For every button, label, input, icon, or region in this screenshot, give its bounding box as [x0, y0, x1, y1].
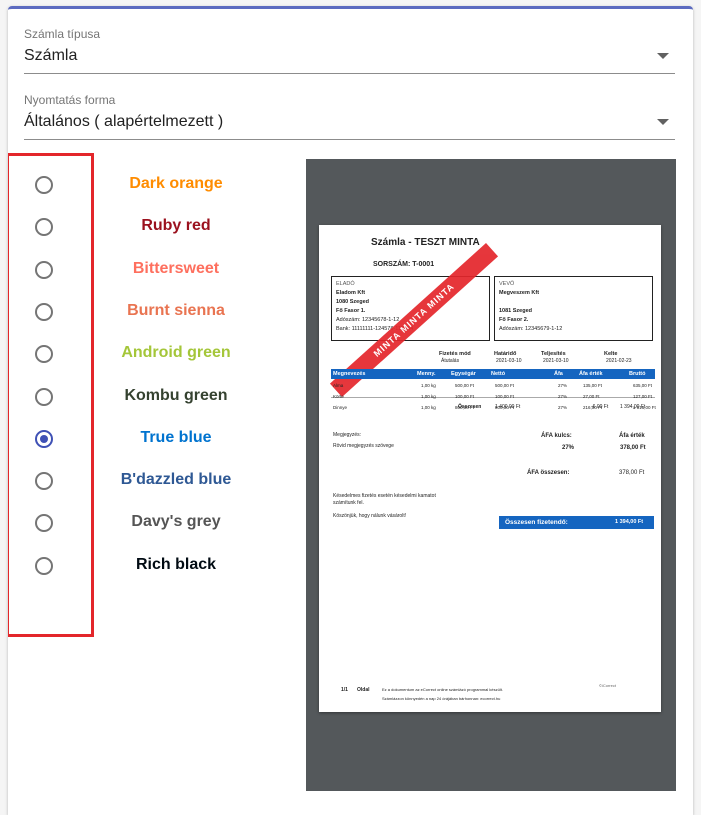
column-header: Nettó	[491, 371, 506, 377]
invoice-type-value: Számla	[24, 47, 78, 64]
meta-label: Teljesítés	[541, 351, 566, 357]
page-number: 1/1	[341, 687, 348, 693]
divider	[331, 397, 655, 398]
footer-line-2: Számlázzon könnyedén a nap 24 órájában b…	[382, 696, 501, 701]
print-form-label: Nyomtatás forma	[24, 93, 116, 107]
grand-total-value: 1 394,00 Ft	[615, 519, 644, 525]
table-cell: 27%	[558, 405, 568, 410]
table-cell: 216,00 Ft	[583, 405, 603, 410]
color-label[interactable]: Davy's grey	[104, 513, 248, 531]
meta-value: 2021-02-23	[606, 358, 632, 364]
column-header: Áfa érték	[579, 371, 603, 377]
meta-label: Kelte	[604, 351, 618, 357]
buyer-name: Megveszem Kft	[499, 290, 540, 296]
table-cell: 27,00 Ft	[583, 394, 600, 399]
table-cell: Körte	[333, 394, 344, 399]
column-header: Megnevezés	[333, 371, 366, 377]
radio-rich-black[interactable]	[35, 556, 53, 575]
seller-city: 1080 Szeged	[336, 299, 370, 305]
invoice-title: Számla - TESZT MINTA	[371, 237, 480, 248]
vat-value: 378,00 Ft	[620, 445, 646, 451]
radio-b-dazzled-blue[interactable]	[35, 472, 53, 491]
color-label[interactable]: Burnt sienna	[104, 302, 248, 320]
table-cell: Dinnye	[333, 405, 348, 410]
invoice-type-select[interactable]: Számla típusa Számla	[24, 27, 675, 74]
table-header: Megnevezés Menny. Egységár Nettó Áfa Áfa érté…	[331, 369, 655, 379]
vat-key: 27%	[562, 445, 575, 451]
footer-line-1: Ez a dokumentum az eCorrect online száml…	[382, 687, 503, 692]
color-label[interactable]: Ruby red	[104, 217, 248, 235]
grand-total-label: Összesen fizetendő:	[505, 519, 568, 526]
table-cell: Alma	[333, 383, 344, 388]
column-header: Bruttó	[629, 371, 646, 377]
color-label[interactable]: Rich black	[104, 556, 248, 574]
ecorrect-logo: ©iCorrect	[599, 683, 616, 688]
grand-total-bar: Összesen fizetendő: 1 394,00 Ft	[499, 516, 654, 529]
table-cell: 100,00 Ft	[495, 394, 515, 399]
meta-value: Átutalás	[441, 358, 460, 364]
color-label[interactable]: Android green	[104, 344, 248, 362]
vat-value-label: Áfa érték	[619, 433, 645, 439]
color-label[interactable]: Kombu green	[104, 387, 248, 405]
table-cell: 635,00 Ft	[633, 383, 653, 388]
table-cell: 1,00 kg	[421, 394, 436, 399]
vat-total-label: ÁFA összesen:	[527, 470, 570, 476]
vat-total: 378,00 Ft	[619, 470, 645, 476]
table-cell: 800,00 Ft	[455, 405, 475, 410]
radio-bittersweet[interactable]	[35, 260, 53, 279]
thanks-text: Köszönjük, hogy nálunk vásárolt!	[333, 513, 407, 519]
meta-label: Határidő	[494, 351, 517, 357]
invoice-type-label: Számla típusa	[24, 27, 101, 41]
radio-burnt-sienna[interactable]	[35, 302, 53, 321]
table-cell: 800,00 Ft	[495, 405, 515, 410]
late-text-1: Késedelmes fizetés esetén késedelmi kama…	[333, 493, 436, 499]
seller-name: Eladom Kft	[336, 290, 366, 296]
color-label[interactable]: Dark orange	[104, 175, 248, 193]
seller-label: ELADÓ	[336, 281, 355, 287]
note-label: Megjegyzés:	[333, 432, 362, 438]
chevron-down-icon[interactable]	[657, 53, 669, 59]
seller-street: Fő Fasor 1.	[336, 308, 366, 314]
vat-key-label: ÁFA kulcs:	[541, 433, 572, 439]
color-label[interactable]: Bittersweet	[104, 260, 248, 278]
color-label[interactable]: B'dazzled blue	[104, 471, 248, 489]
table-cell: 135,00 Ft	[583, 383, 603, 388]
buyer-tax: Adószám: 12345679-1-12	[499, 326, 563, 332]
table-cell: 500,00 Ft	[455, 383, 475, 388]
buyer-street: Fő Fasor 2.	[499, 317, 529, 323]
radio-kombu-green[interactable]	[35, 387, 53, 406]
buyer-city: 1081 Szeged	[499, 308, 533, 314]
print-form-value: Általános ( alapértelmezett )	[24, 113, 224, 130]
table-cell: 27%	[558, 394, 568, 399]
page-label: Oldal	[357, 687, 370, 693]
radio-true-blue[interactable]	[35, 429, 53, 448]
late-text-2: számítunk fel.	[333, 500, 364, 506]
buyer-label: VEVŐ	[499, 281, 515, 287]
table-cell: 1,00 kg	[421, 405, 436, 410]
table-cell: 27%	[558, 383, 568, 388]
meta-value: 2021-03-10	[543, 358, 569, 364]
table-cell: 127,00 Ft	[633, 394, 653, 399]
table-cell: 500,00 Ft	[495, 383, 515, 388]
chevron-down-icon[interactable]	[657, 119, 669, 125]
meta-value: 2021-03-10	[496, 358, 522, 364]
print-form-select[interactable]: Nyomtatás forma Általános ( alapértelmez…	[24, 93, 675, 140]
seller-tax: Adószám: 12345678-1-12	[336, 317, 400, 323]
column-header: Menny.	[417, 371, 436, 377]
invoice-settings-card: Számla típusa Számla Nyomtatás forma Ált…	[8, 6, 693, 815]
note-text: Rövid megjegyzés szövege	[333, 443, 394, 449]
meta-label: Fizetés mód	[439, 351, 471, 357]
table-cell: 1 016,00 Ft	[633, 405, 656, 410]
table-cell: 1,00 kg	[421, 383, 436, 388]
invoice-paper: Számla - TESZT MINTA SORSZÁM: T-0001 ELA…	[319, 225, 661, 712]
column-header: Egységár	[451, 371, 476, 377]
table-cell: 100,00 Ft	[455, 394, 475, 399]
column-header: Áfa	[554, 371, 563, 377]
buyer-box: VEVŐ Megveszem Kft 1081 Szeged Fő Fasor …	[494, 276, 653, 341]
invoice-preview: Számla - TESZT MINTA SORSZÁM: T-0001 ELA…	[306, 159, 676, 791]
color-label[interactable]: True blue	[104, 429, 248, 447]
radio-dark-orange[interactable]	[35, 176, 53, 194]
invoice-serial: SORSZÁM: T-0001	[373, 261, 435, 268]
